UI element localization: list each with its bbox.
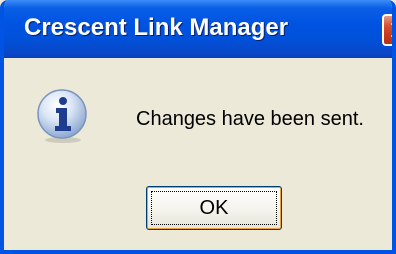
ok-button[interactable]: OK	[146, 186, 282, 230]
close-x-icon	[391, 22, 392, 38]
dialog-message: Changes have been sent.	[136, 108, 364, 130]
title-bar[interactable]: Crescent Link Manager	[4, 0, 392, 58]
dialog-window: Crescent Link Manager Changes have been …	[0, 0, 396, 254]
close-button[interactable]	[382, 14, 392, 46]
info-icon	[37, 89, 87, 143]
window-title: Crescent Link Manager	[24, 14, 289, 41]
focus-rect	[151, 191, 277, 225]
